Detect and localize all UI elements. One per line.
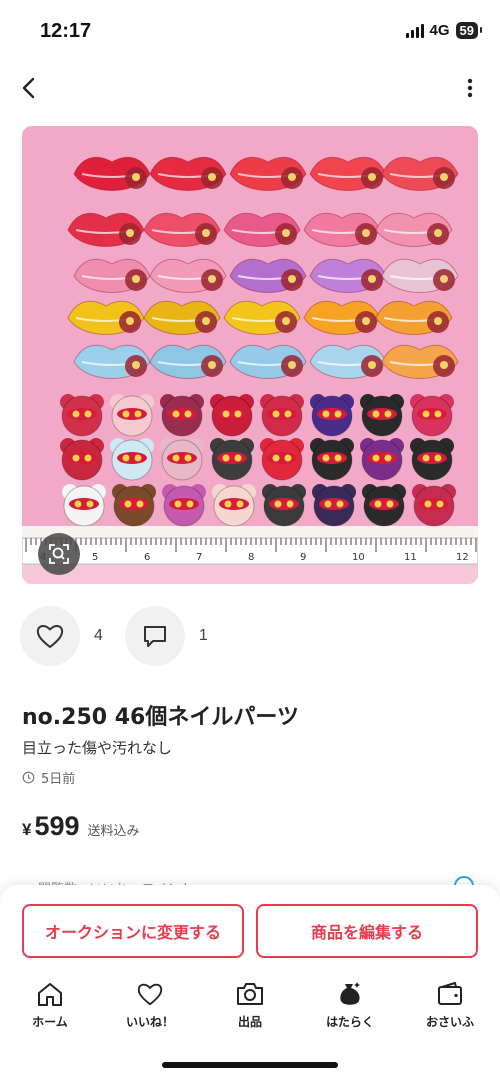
- like-button[interactable]: [20, 606, 80, 666]
- edit-item-button[interactable]: 商品を編集する: [256, 904, 478, 958]
- ruler-label: 12: [456, 552, 469, 563]
- price: ¥ 599 送料込み: [22, 811, 140, 842]
- more-options-button[interactable]: [458, 72, 482, 104]
- heart-icon: [36, 625, 64, 648]
- home-indicator: [162, 1062, 338, 1068]
- ruler-label: 7: [196, 552, 202, 563]
- ruler-label: 9: [300, 552, 306, 563]
- top-nav: [0, 68, 500, 108]
- camera-icon: [237, 983, 263, 1005]
- ruler-label: 8: [248, 552, 254, 563]
- price-value: 599: [34, 811, 80, 841]
- clock-icon: [22, 771, 35, 784]
- more-vertical-icon: [467, 78, 473, 98]
- home-icon: [38, 983, 62, 1006]
- tab-home[interactable]: ホーム: [0, 980, 100, 1040]
- ruler: 456789101112: [22, 537, 478, 565]
- tab-label: はたらく: [326, 1015, 374, 1029]
- tab-label: おさいふ: [425, 1015, 474, 1029]
- reaction-actions: 4 1: [20, 605, 230, 667]
- status-time: 12:17: [40, 20, 92, 42]
- chevron-left-icon: [22, 77, 35, 99]
- status-bar: 12:17 4G 59: [0, 0, 500, 60]
- comment-count: 1: [198, 627, 208, 644]
- product-photo[interactable]: 456789101112: [22, 126, 478, 584]
- tab-likes[interactable]: いいね！: [100, 980, 200, 1040]
- bottom-panel: オークションに変更する 商品を編集する ホーム いいね！ 出品 はたらく おさい…: [0, 885, 500, 1080]
- posted-time: 5日前: [22, 768, 75, 787]
- status-indicators: 4G 59: [405, 22, 483, 39]
- tab-wallet[interactable]: おさいふ: [400, 980, 500, 1040]
- product-title: no.250 46個ネイルパーツ: [22, 705, 299, 730]
- tab-label: 出品: [237, 1015, 262, 1029]
- tab-sell[interactable]: 出品: [200, 980, 300, 1040]
- cta-row: オークションに変更する 商品を編集する: [22, 904, 478, 958]
- money-bag-icon: [340, 982, 360, 1005]
- tab-label: いいね！: [125, 1015, 174, 1029]
- posted-time-text: 5日前: [41, 772, 76, 787]
- signal-icon: [405, 23, 424, 38]
- comment-icon: [143, 626, 166, 647]
- zoom-icon: [49, 544, 69, 564]
- tab-work[interactable]: はたらく: [300, 980, 400, 1040]
- battery-icon: 59: [455, 22, 483, 39]
- comment-button[interactable]: [124, 606, 185, 666]
- ruler-label: 11: [404, 552, 417, 563]
- tab-label: ホーム: [32, 1015, 68, 1029]
- back-button[interactable]: [12, 72, 44, 104]
- ruler-label: 6: [144, 552, 150, 563]
- shipping-note: 送料込み: [87, 824, 140, 839]
- heart-icon: [137, 983, 163, 1006]
- ruler-label: 10: [352, 552, 365, 563]
- change-to-auction-button[interactable]: オークションに変更する: [22, 904, 244, 958]
- network-type: 4G: [429, 22, 450, 39]
- ruler-label: 5: [92, 552, 98, 563]
- price-currency: ¥: [22, 820, 32, 839]
- like-count: 4: [94, 627, 103, 644]
- zoom-button[interactable]: [38, 533, 80, 575]
- product-photo-art: 456789101112: [22, 126, 478, 584]
- tab-bar: ホーム いいね！ 出品 はたらく おさいふ: [0, 980, 500, 1040]
- wallet-icon: [438, 982, 462, 1005]
- product-condition: 目立った傷や汚れなし: [22, 739, 173, 757]
